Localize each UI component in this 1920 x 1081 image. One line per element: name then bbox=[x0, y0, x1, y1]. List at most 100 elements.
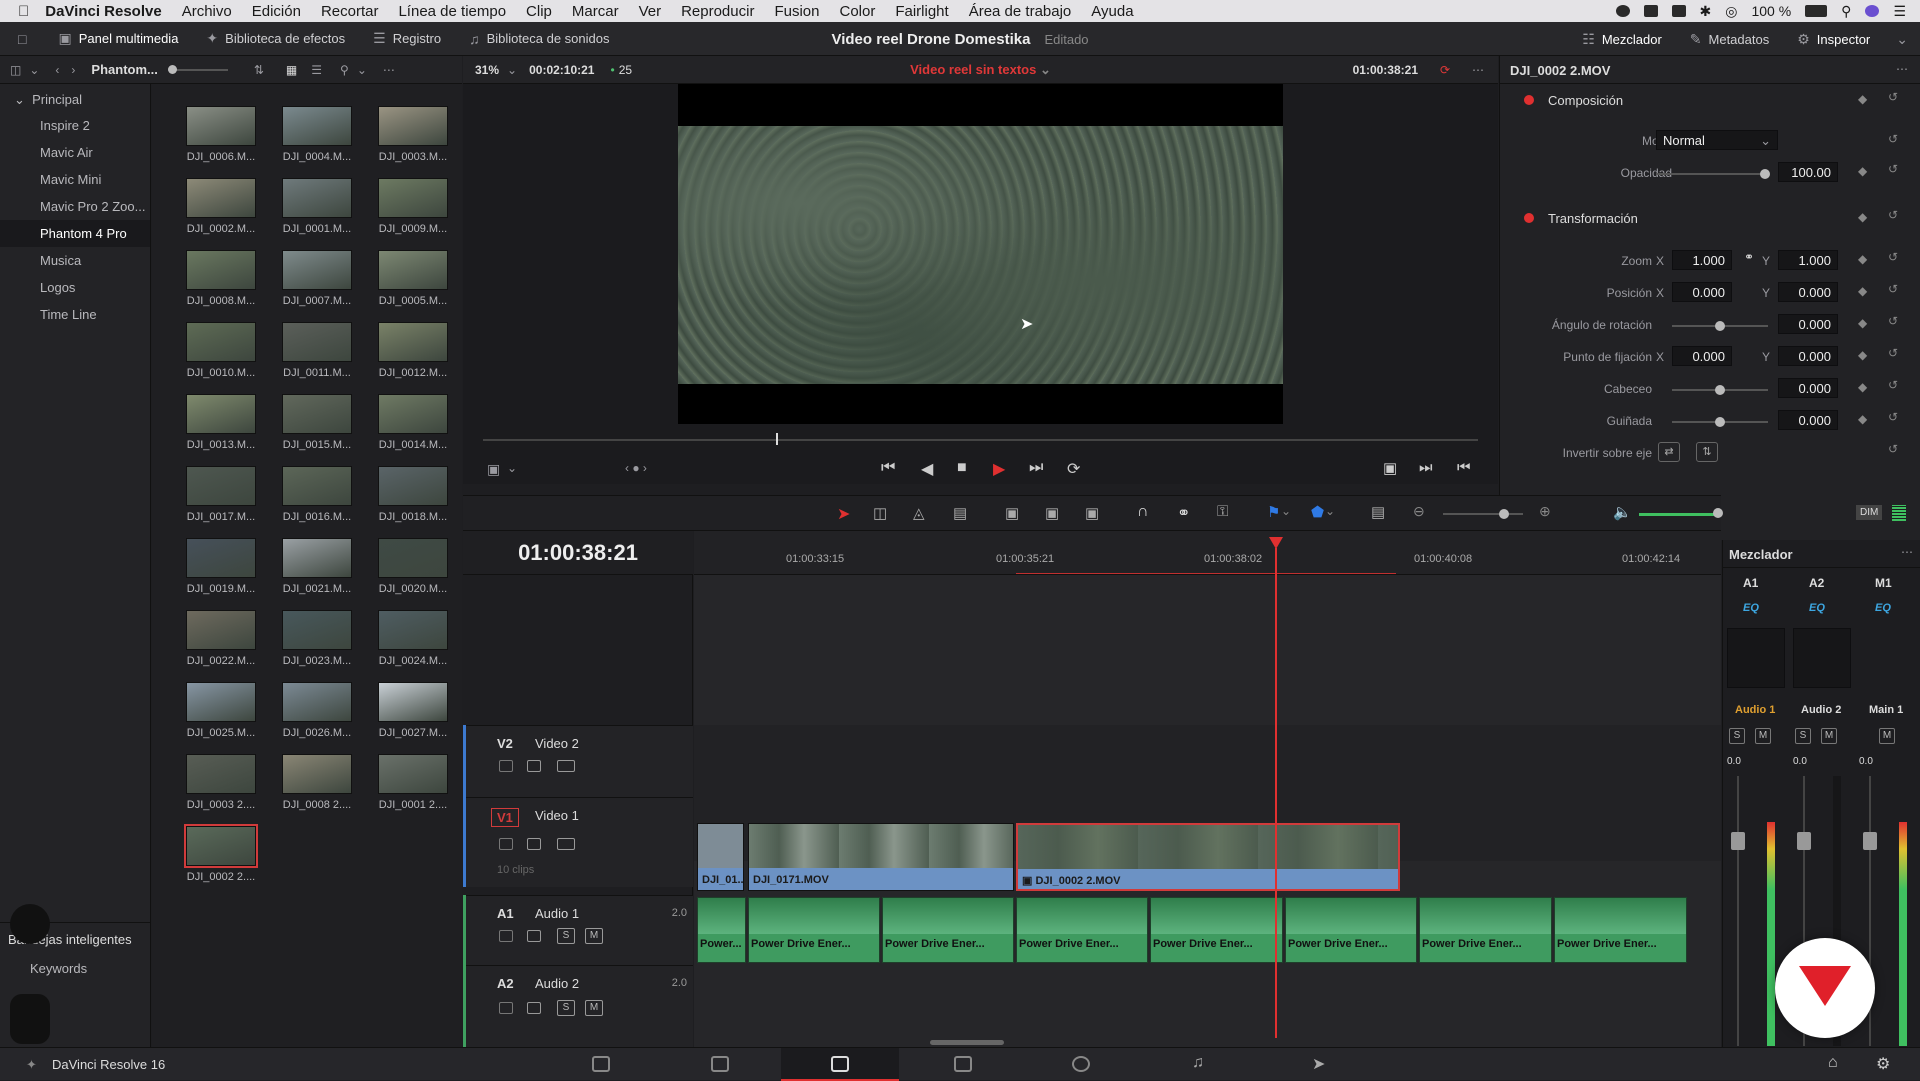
chevron-down-icon[interactable]: ⌄ bbox=[1325, 504, 1335, 518]
dynamic-trim-icon[interactable]: ◬ bbox=[913, 504, 925, 522]
menu-reproducir[interactable]: Reproducir bbox=[681, 3, 754, 20]
thumb-size-slider[interactable] bbox=[167, 64, 228, 74]
keyframe-icon[interactable]: ◆ bbox=[1858, 252, 1867, 266]
timeline-zoom-knob[interactable] bbox=[1499, 509, 1509, 519]
mute-button[interactable]: M bbox=[585, 928, 603, 944]
media-clip[interactable]: DJI_0014.M... bbox=[364, 394, 462, 464]
mute-button[interactable]: M bbox=[1755, 728, 1771, 744]
keyframe-icon[interactable]: ◆ bbox=[1858, 92, 1867, 106]
menu-app[interactable]: DaVinci Resolve bbox=[45, 3, 161, 20]
mute-button[interactable]: M bbox=[1821, 728, 1837, 744]
keyframe-icon[interactable]: ◆ bbox=[1858, 284, 1867, 298]
flag-icon[interactable]: ⚑ bbox=[1267, 503, 1280, 521]
eq-button[interactable]: EQ bbox=[1743, 602, 1759, 614]
yaw-slider[interactable] bbox=[1672, 417, 1768, 427]
reverse-icon[interactable]: ◀ bbox=[921, 459, 933, 479]
transform-section[interactable]: Transformación bbox=[1512, 202, 1909, 234]
more-options-icon[interactable]: ⋯ bbox=[1472, 63, 1484, 77]
link-icon[interactable]: ⚭ bbox=[1177, 503, 1190, 523]
audio-clip[interactable]: Power... bbox=[697, 897, 746, 963]
media-clip[interactable]: DJI_0003.M... bbox=[364, 106, 462, 176]
chevron-down-icon[interactable]: ⌄ bbox=[29, 63, 39, 77]
spotlight-icon[interactable]: ⚲ bbox=[1841, 3, 1851, 20]
enable-dot-icon[interactable] bbox=[1524, 213, 1534, 223]
flip-horizontal-icon[interactable]: ⇄ bbox=[1658, 442, 1680, 462]
position-y-field[interactable]: 0.000 bbox=[1778, 282, 1838, 302]
gear-icon[interactable]: ⚙ bbox=[1876, 1054, 1890, 1074]
media-clip[interactable]: DJI_0016.M... bbox=[268, 466, 366, 536]
chevron-down-icon[interactable]: ⌄ bbox=[507, 63, 517, 77]
prev-edit-icon[interactable]: ⏮ bbox=[1457, 459, 1471, 476]
keyframe-icon[interactable]: ◆ bbox=[1858, 316, 1867, 330]
mute-button[interactable]: M bbox=[1879, 728, 1895, 744]
cut-page-icon[interactable] bbox=[711, 1056, 729, 1072]
more-options-icon[interactable]: ⋯ bbox=[1901, 545, 1913, 559]
battery-icon[interactable] bbox=[1805, 5, 1828, 17]
forward-icon[interactable]: › bbox=[71, 63, 75, 77]
pan-control[interactable] bbox=[1793, 628, 1851, 688]
solo-button[interactable]: S bbox=[557, 928, 575, 944]
media-pool-button[interactable]: ▣ Panel multimedia bbox=[44, 22, 192, 56]
media-clip[interactable]: DJI_0010.M... bbox=[172, 322, 270, 392]
media-clip[interactable]: DJI_0008.M... bbox=[172, 250, 270, 320]
track-header-v1[interactable]: V1 Video 1 10 clips bbox=[463, 797, 693, 887]
menu-fusion[interactable]: Fusion bbox=[774, 3, 819, 20]
effects-library-button[interactable]: ✦ Biblioteca de efectos bbox=[192, 22, 359, 56]
keyframe-icon[interactable]: ◆ bbox=[1858, 164, 1867, 178]
timeline-zoom-slider[interactable] bbox=[1443, 509, 1523, 519]
position-x-field[interactable]: 0.000 bbox=[1672, 282, 1732, 302]
zoom-y-field[interactable]: 1.000 bbox=[1778, 250, 1838, 270]
link-icon[interactable]: ⚭ bbox=[1744, 250, 1754, 264]
menu-ver[interactable]: Ver bbox=[639, 3, 662, 20]
chevron-down-icon[interactable]: ⌄ bbox=[507, 461, 517, 475]
media-clip[interactable]: DJI_0004.M... bbox=[268, 106, 366, 176]
log-button[interactable]: ☰ Registro bbox=[359, 22, 455, 56]
menu-color[interactable]: Color bbox=[839, 3, 875, 20]
menu-marcar[interactable]: Marcar bbox=[572, 3, 619, 20]
audio-clip[interactable]: Power Drive Ener... bbox=[1016, 897, 1148, 963]
media-clip[interactable]: DJI_0009.M... bbox=[364, 178, 462, 248]
pitch-knob[interactable] bbox=[1715, 385, 1725, 395]
menu-area-de-trabajo[interactable]: Área de trabajo bbox=[969, 3, 1072, 20]
slider-knob[interactable] bbox=[167, 64, 177, 74]
media-clip[interactable]: DJI_0008 2.... bbox=[268, 754, 366, 824]
dim-button[interactable]: DIM bbox=[1856, 505, 1883, 520]
anchor-y-field[interactable]: 0.000 bbox=[1778, 346, 1838, 366]
auto-select-icon[interactable] bbox=[527, 760, 541, 772]
lock-icon[interactable] bbox=[499, 760, 513, 772]
viewer-video[interactable] bbox=[678, 126, 1283, 384]
search-icon[interactable]: ⚲ bbox=[340, 63, 349, 77]
media-clip[interactable]: DJI_0017.M... bbox=[172, 466, 270, 536]
more-options-icon[interactable]: ⋯ bbox=[383, 63, 395, 77]
sidebar-item-mavic-mini[interactable]: Mavic Mini bbox=[0, 166, 150, 193]
chevron-down-icon[interactable]: ⌄ bbox=[1040, 62, 1051, 77]
audio-clip[interactable]: Power Drive Ener... bbox=[1285, 897, 1417, 963]
keyframe-icon[interactable]: ◆ bbox=[1858, 348, 1867, 362]
wifi-icon[interactable]: ◎ bbox=[1725, 3, 1737, 20]
track-name-v1[interactable]: Video 1 bbox=[535, 808, 579, 823]
viewer-zoom[interactable]: 31% bbox=[475, 63, 499, 77]
expand-button[interactable]: ⌄ bbox=[1884, 22, 1920, 56]
sidebar-item-mavic-pro-2[interactable]: Mavic Pro 2 Zoo... bbox=[0, 193, 150, 220]
crop-icon[interactable]: ▣ bbox=[487, 461, 500, 478]
pan-control[interactable] bbox=[1727, 628, 1785, 688]
volume-slider[interactable] bbox=[1639, 513, 1719, 516]
media-clip[interactable]: DJI_0026.M... bbox=[268, 682, 366, 752]
composition-section[interactable]: Composición bbox=[1512, 84, 1909, 116]
lock-icon[interactable] bbox=[499, 930, 513, 942]
keyframe-icon[interactable]: ◆ bbox=[1858, 412, 1867, 426]
media-clip[interactable]: DJI_0005.M... bbox=[364, 250, 462, 320]
video-clip[interactable]: DJI_0171.MOV bbox=[748, 823, 1014, 891]
siri-icon[interactable] bbox=[1865, 5, 1880, 17]
track-enable-icon[interactable] bbox=[557, 760, 575, 772]
pitch-field[interactable]: 0.000 bbox=[1778, 378, 1838, 398]
keyframe-icon[interactable]: ◆ bbox=[1858, 210, 1867, 224]
reset-icon[interactable]: ↺ bbox=[1888, 346, 1898, 360]
display-icon[interactable] bbox=[1643, 5, 1658, 17]
media-clip[interactable]: DJI_0012.M... bbox=[364, 322, 462, 392]
menu-fairlight[interactable]: Fairlight bbox=[895, 3, 948, 20]
reset-icon[interactable]: ↺ bbox=[1888, 410, 1898, 424]
jog-control[interactable]: ‹ ● › bbox=[625, 461, 647, 475]
lock-icon[interactable]: ⚿ bbox=[1217, 503, 1228, 520]
reset-icon[interactable]: ↺ bbox=[1888, 378, 1898, 392]
